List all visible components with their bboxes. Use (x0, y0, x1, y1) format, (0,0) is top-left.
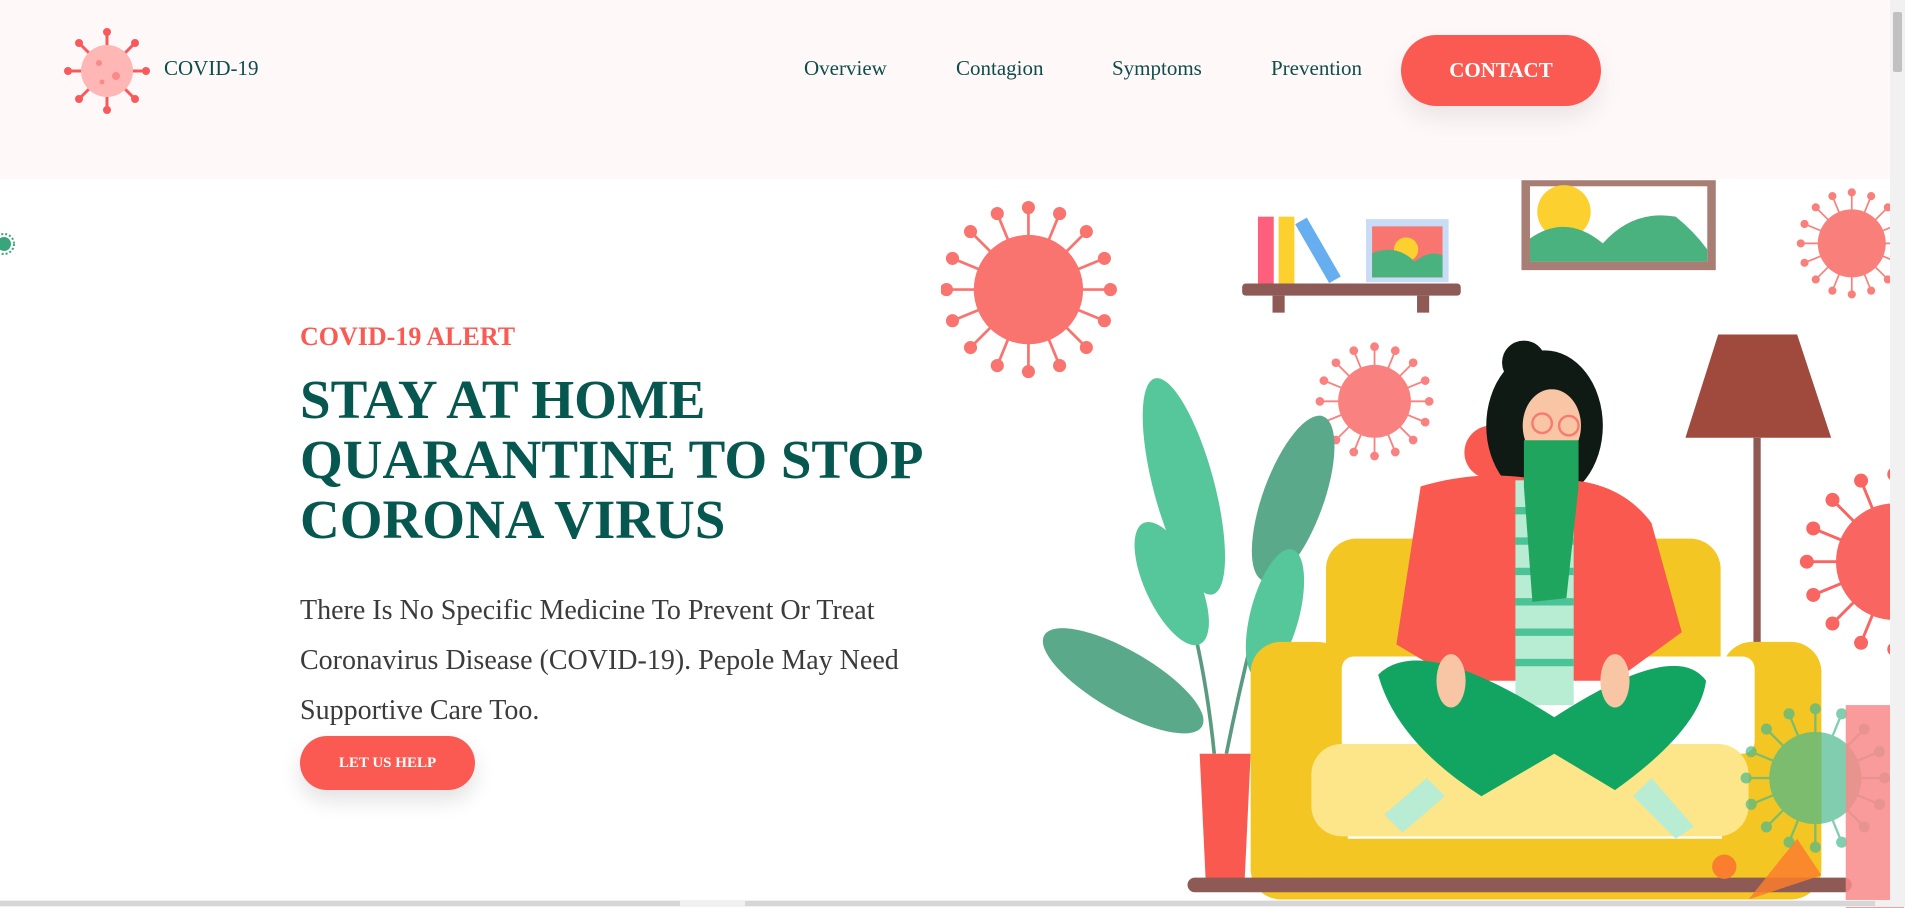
nav-symptoms[interactable]: Symptoms (1112, 56, 1202, 81)
virus-icon (1800, 467, 1904, 656)
shelf (1242, 216, 1461, 313)
header: COVID-19 Overview Contagion Symptoms Pre… (0, 0, 1890, 179)
hero-title: STAY AT HOME QUARANTINE TO STOP CORONA V… (300, 370, 1000, 550)
title-line: STAY AT HOME (300, 369, 706, 430)
horizontal-scrollbar[interactable] (0, 900, 1890, 907)
title-line: CORONA VIRUS (300, 489, 726, 550)
nav-contagion[interactable]: Contagion (956, 56, 1044, 81)
virus-icon (1797, 188, 1904, 298)
contact-button[interactable]: CONTACT (1401, 35, 1601, 106)
virus-logo-icon[interactable] (64, 28, 150, 114)
scrollbar-thumb[interactable] (1893, 12, 1902, 72)
quarantine-illustration (941, 179, 1904, 908)
nav-prevention[interactable]: Prevention (1271, 56, 1362, 81)
vertical-scrollbar[interactable] (1890, 0, 1905, 907)
small-virus-icon (0, 233, 15, 255)
brand-name[interactable]: COVID-19 (164, 56, 259, 81)
title-line: QUARANTINE TO STOP (300, 429, 924, 490)
scrollbar-track-segment[interactable] (745, 901, 1875, 906)
hero-alert: COVID-19 ALERT (300, 322, 516, 351)
nav-overview[interactable]: Overview (804, 56, 887, 81)
scrollbar-thumb[interactable] (0, 901, 680, 906)
wall-picture (1521, 180, 1716, 271)
hero-description: There Is No Specific Medicine To Prevent… (300, 595, 899, 726)
let-us-help-button[interactable]: LET US HELP (300, 736, 475, 790)
virus-icon (941, 201, 1117, 378)
